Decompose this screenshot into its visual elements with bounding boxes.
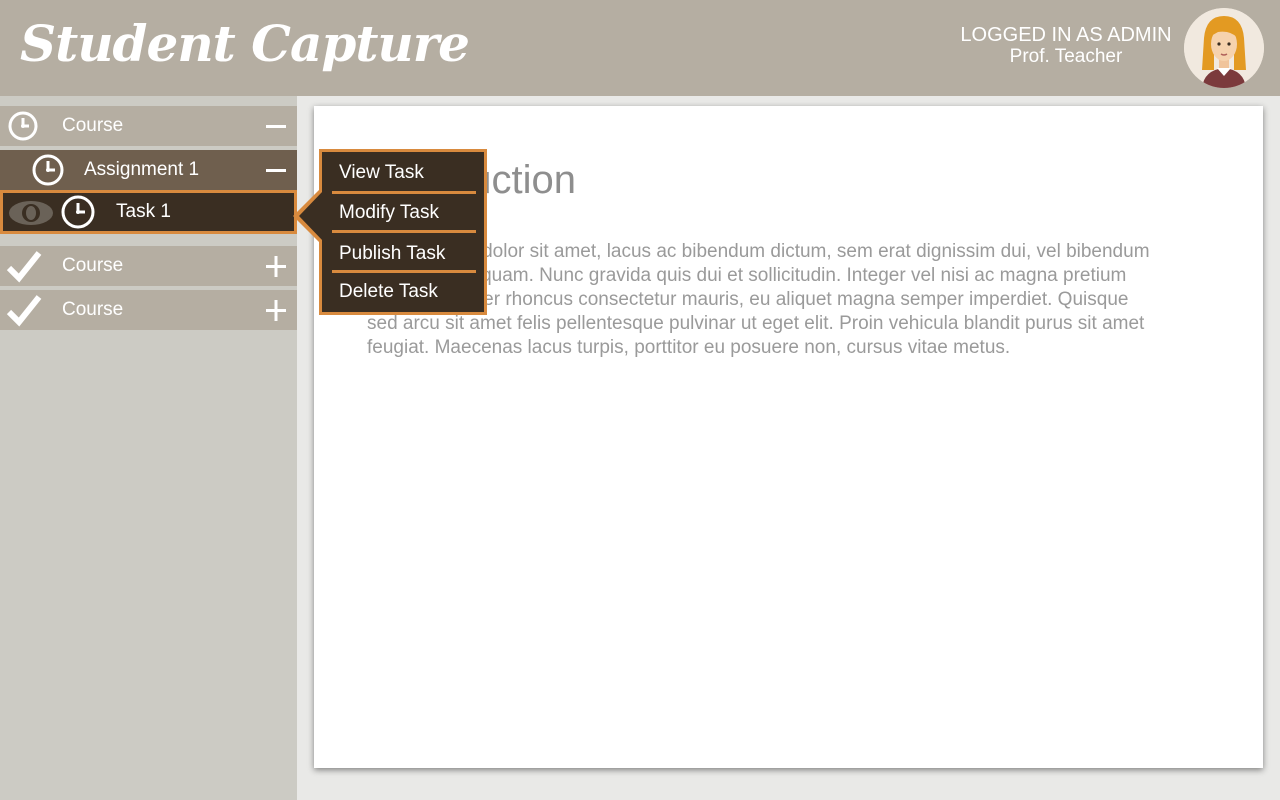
sidebar-item-task[interactable]: Task 1 bbox=[0, 190, 297, 234]
user-role-label: LOGGED IN AS ADMIN bbox=[960, 24, 1172, 46]
sidebar-item-course[interactable]: Course bbox=[0, 246, 297, 286]
context-menu-pointer-fill bbox=[299, 191, 323, 241]
collapse-icon[interactable] bbox=[264, 112, 288, 140]
sidebar-item-label: Course bbox=[62, 255, 124, 276]
publish-task-menu-item[interactable]: Publish Task bbox=[332, 235, 476, 273]
delete-task-menu-item[interactable]: Delete Task bbox=[332, 273, 476, 311]
clock-icon bbox=[7, 110, 39, 148]
avatar-illustration bbox=[1184, 8, 1264, 88]
app-logo[interactable]: Student Capture bbox=[20, 14, 470, 73]
sidebar-item-course[interactable]: Course bbox=[0, 106, 297, 146]
sidebar-item-label: Course bbox=[62, 299, 124, 320]
check-icon bbox=[6, 249, 42, 289]
sidebar-item-label: Assignment 1 bbox=[84, 159, 200, 180]
menu-divider bbox=[332, 230, 476, 233]
sidebar-item-label: Task 1 bbox=[116, 201, 171, 222]
sidebar-item-course[interactable]: Course bbox=[0, 290, 297, 330]
task-context-menu: View Task Modify Task Publish Task Delet… bbox=[319, 149, 487, 315]
avatar[interactable] bbox=[1184, 8, 1264, 88]
collapse-icon[interactable] bbox=[264, 156, 288, 184]
clock-icon bbox=[60, 194, 96, 236]
clock-icon bbox=[31, 153, 65, 193]
sidebar-item-assignment[interactable]: Assignment 1 bbox=[0, 150, 297, 190]
sidebar-item-label: Course bbox=[62, 115, 124, 136]
modify-task-menu-item[interactable]: Modify Task bbox=[332, 194, 476, 232]
expand-icon[interactable] bbox=[264, 252, 288, 280]
user-name-label: Prof. Teacher bbox=[1009, 46, 1123, 67]
view-task-menu-item[interactable]: View Task bbox=[332, 154, 476, 192]
app-header: Student Capture LOGGED IN AS ADMIN Prof.… bbox=[0, 0, 1280, 96]
eye-icon[interactable] bbox=[8, 200, 54, 232]
check-icon bbox=[6, 293, 42, 333]
expand-icon[interactable] bbox=[264, 296, 288, 324]
user-info: LOGGED IN AS ADMIN Prof. Teacher bbox=[956, 24, 1176, 68]
course-sidebar: Course Assignment 1 Task 1 Course Course bbox=[0, 96, 297, 800]
